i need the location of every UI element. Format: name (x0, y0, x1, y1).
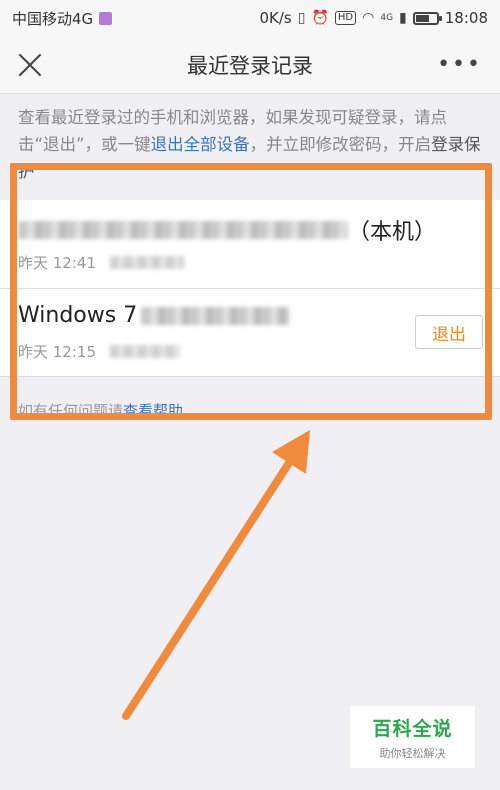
help-line: 如有任何问题请查看帮助 (18, 400, 183, 421)
nav-bar: 最近登录记录 ••• (0, 36, 500, 94)
device-name: Windows 7 (18, 303, 290, 328)
alarm-icon: ⏰ (311, 10, 329, 26)
logout-button[interactable]: 退出 (415, 315, 483, 349)
login-time-row: 昨天 12:41 (18, 252, 184, 273)
more-options-icon[interactable]: ••• (437, 52, 482, 77)
login-notice: 查看最近登录过的手机和浏览器，如果发现可疑登录，请点击“退出”，或一键退出全部设… (18, 104, 484, 185)
battery-level (415, 14, 429, 22)
battery-icon (412, 11, 442, 25)
vibrate-icon: ▯ (297, 10, 306, 26)
help-text: 如有任何问题请 (18, 402, 124, 420)
login-time-row: 昨天 12:15 (18, 341, 180, 362)
blurred-device-name (18, 221, 348, 239)
login-time: 昨天 12:41 (18, 254, 96, 272)
network-type-label: 4G (380, 13, 394, 23)
blurred-location (110, 256, 184, 269)
device-name: （本机） (18, 214, 436, 246)
blurred-browser-name (141, 306, 290, 325)
logout-all-devices-link[interactable]: 退出全部设备 (151, 135, 250, 154)
carrier-label: 中国移动4G (12, 9, 94, 28)
view-help-link[interactable]: 查看帮助 (123, 402, 183, 420)
wifi-icon: ◠ (362, 10, 375, 26)
blurred-location (110, 345, 180, 358)
current-device-label: （本机） (348, 220, 437, 245)
watermark-title: 百科全说 (372, 717, 453, 740)
close-icon[interactable] (14, 50, 44, 80)
watermark-logo: 百科全说 助你轻松解决 (350, 706, 475, 768)
hd-icon: HD (334, 11, 357, 25)
watermark-subtitle: 助你轻松解决 (379, 746, 446, 760)
photo-notification-icon (99, 11, 113, 25)
device-row-current: （本机） 昨天 12:41 (0, 200, 500, 289)
device-os-label: Windows 7 (18, 303, 138, 328)
network-speed: 0K/s (259, 9, 292, 27)
page-title: 最近登录记录 (187, 53, 313, 78)
signal-icon: ▮ (399, 10, 407, 26)
device-row-windows: Windows 7 昨天 12:15 退出 (0, 289, 500, 377)
status-bar: 中国移动4G 0K/s ▯ ⏰ HD ◠ 4G ▮ 18:08 (0, 0, 500, 36)
notice-text-2: ，并立即修改密码，开启 (249, 135, 432, 154)
clock: 18:08 (444, 9, 488, 27)
login-time: 昨天 12:15 (18, 343, 96, 361)
